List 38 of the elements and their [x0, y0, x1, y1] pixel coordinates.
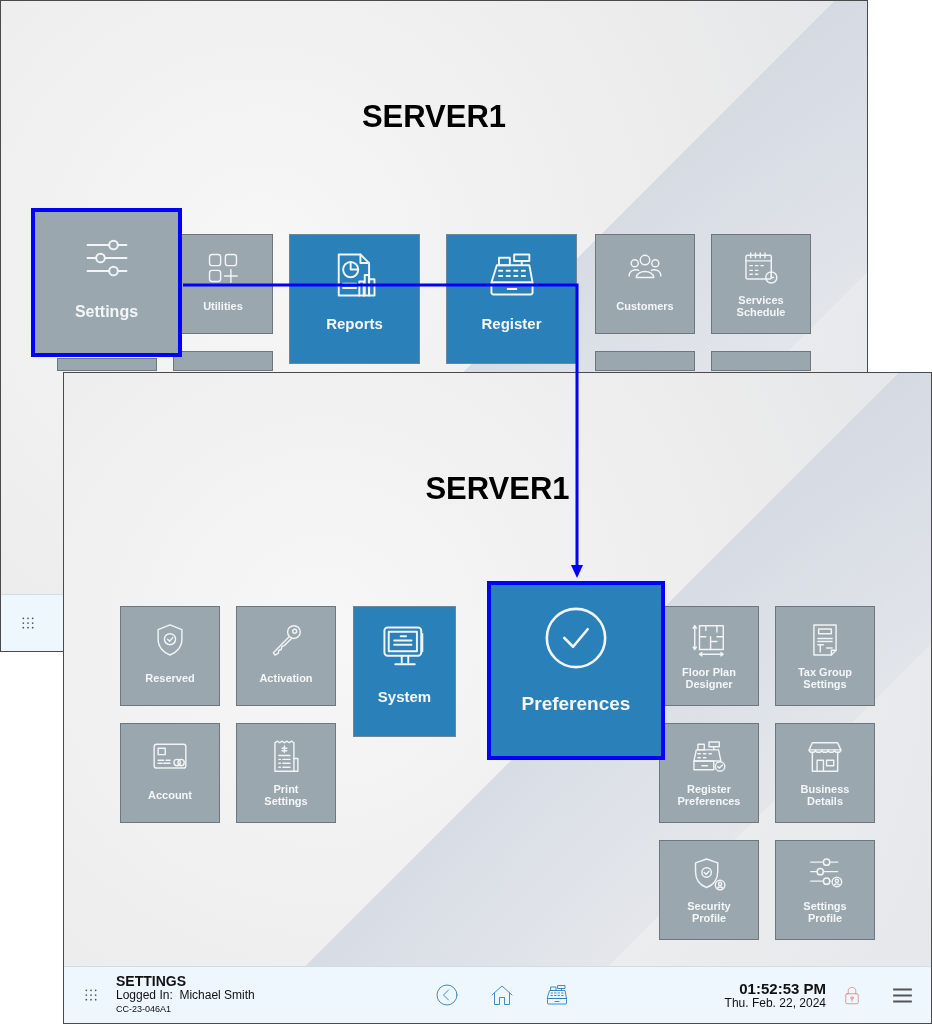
login-status: Logged In: Michael Smith	[116, 989, 255, 1002]
cash-register-icon	[544, 983, 569, 1007]
menu-tile[interactable]: Account	[120, 723, 220, 823]
menu-tile[interactable]: Register Preferences	[659, 723, 759, 823]
menu-tile[interactable]	[173, 351, 273, 371]
clock-time: 01:52:53 PM	[738, 980, 826, 997]
device-id: CC-23-046A1	[116, 1003, 173, 1016]
menu-tile[interactable]: Activation	[236, 606, 336, 706]
grid-dots-icon	[84, 988, 98, 1002]
back-circle-icon	[434, 983, 459, 1007]
menu-tile[interactable]	[595, 351, 695, 371]
menu-icon	[892, 986, 913, 1004]
menu-tile[interactable]: Reports	[289, 234, 420, 364]
server-title: SERVER1	[361, 99, 507, 135]
register-button[interactable]	[544, 983, 569, 1007]
menu-tile[interactable]: Customers	[595, 234, 695, 334]
menu-tile[interactable]	[57, 358, 157, 371]
screen-title: SETTINGS	[116, 974, 187, 989]
menu-tile[interactable]: Settings Profile	[775, 840, 875, 940]
calendar-icon	[742, 249, 780, 287]
back-button[interactable]	[434, 983, 459, 1007]
menu-tile[interactable]: Security Profile	[659, 840, 759, 940]
menu-tile[interactable]: Print Settings	[236, 723, 336, 823]
menu-tile[interactable]: Register	[446, 234, 577, 364]
menu-tile[interactable]: Services Schedule	[711, 234, 811, 334]
home-icon	[489, 983, 514, 1007]
menu-tile[interactable]: Reserved	[120, 606, 220, 706]
lock-icon	[842, 985, 862, 1005]
grid-dots-icon	[21, 616, 35, 630]
menu-tile[interactable]: Preferences	[487, 581, 665, 760]
menu-tile[interactable]: Tax Group Settings	[775, 606, 875, 706]
home-button[interactable]	[489, 983, 514, 1007]
menu-tile[interactable]	[711, 351, 811, 371]
menu-tile[interactable]: Business Details	[775, 723, 875, 823]
clock-date: Thu. Feb. 22, 2024	[724, 997, 826, 1010]
menu-tile[interactable]: Settings	[31, 208, 182, 357]
server-title: SERVER1	[425, 471, 570, 507]
menu-tile[interactable]: System	[353, 606, 456, 737]
